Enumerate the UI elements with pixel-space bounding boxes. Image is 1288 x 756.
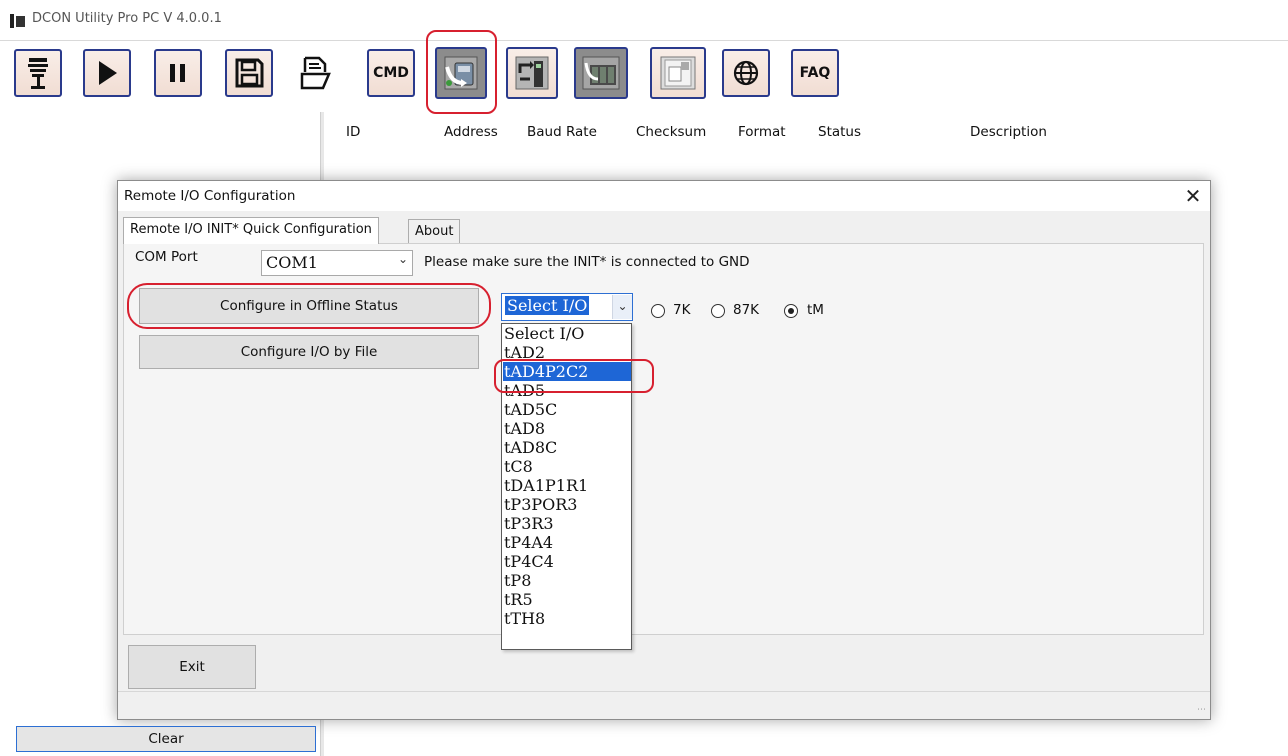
column-header-description[interactable]: Description xyxy=(970,124,1047,140)
save-button[interactable] xyxy=(225,49,273,97)
column-header-baud-rate[interactable]: Baud Rate xyxy=(527,124,597,140)
cmd-button[interactable]: CMD xyxy=(367,49,415,97)
dialog-status-strip: ⋯ xyxy=(118,691,1210,719)
radio-tm[interactable] xyxy=(784,304,798,318)
dropdown-option[interactable]: tP3R3 xyxy=(503,514,631,533)
exit-button[interactable]: Exit xyxy=(128,645,256,689)
firmware-button[interactable] xyxy=(506,47,558,99)
radio-87k-label[interactable]: 87K xyxy=(733,302,759,318)
globe-icon xyxy=(733,60,759,86)
dropdown-option[interactable]: tP8 xyxy=(503,571,631,590)
toolbar-highlight xyxy=(426,30,497,114)
window-tool-button[interactable] xyxy=(650,47,706,99)
dialog-title: Remote I/O Configuration xyxy=(124,188,296,204)
module-icon xyxy=(582,56,620,90)
io-module-select[interactable]: Select I/O ⌄ xyxy=(501,293,633,321)
com-port-note: Please make sure the INIT* is connected … xyxy=(424,254,750,270)
remote-io-config-dialog: Remote I/O Configuration ✕ Remote I/O IN… xyxy=(117,180,1211,720)
offline-button-highlight xyxy=(127,283,491,329)
chevron-down-icon[interactable]: ⌄ xyxy=(612,295,632,319)
column-header-address[interactable]: Address xyxy=(444,124,498,140)
window-icon xyxy=(660,56,696,90)
dropdown-option[interactable]: tAD8C xyxy=(503,438,631,457)
pause-button[interactable] xyxy=(154,49,202,97)
radio-tm-label[interactable]: tM xyxy=(807,302,824,318)
clear-button[interactable]: Clear xyxy=(16,726,316,752)
pause-icon xyxy=(170,64,185,82)
column-header-status[interactable]: Status xyxy=(818,124,861,140)
dropdown-option[interactable]: tP4A4 xyxy=(503,533,631,552)
io-select-value: Select I/O xyxy=(505,296,590,315)
tab-quick-configuration[interactable]: Remote I/O INIT* Quick Configuration xyxy=(123,217,379,244)
dialog-title-bar: Remote I/O Configuration ✕ xyxy=(118,181,1210,211)
com-port-label: COM Port xyxy=(135,249,198,265)
resize-grip-icon[interactable]: ⋯ xyxy=(1197,705,1206,715)
com-port-value: COM1 xyxy=(266,253,318,272)
configure-by-file-button[interactable]: Configure I/O by File xyxy=(139,335,479,369)
dropdown-option[interactable]: tTH8 xyxy=(503,609,631,628)
faq-button-label: FAQ xyxy=(799,65,831,81)
save-icon xyxy=(235,58,264,88)
com-port-select[interactable]: COM1 ⌄ xyxy=(261,250,413,276)
module-search-button[interactable] xyxy=(574,47,628,99)
firmware-icon xyxy=(515,56,549,90)
tab-about[interactable]: About xyxy=(408,219,461,243)
title-bar: DCON Utility Pro PC V 4.0.0.1 xyxy=(0,0,1288,40)
run-button[interactable] xyxy=(83,49,131,97)
column-header-id[interactable]: ID xyxy=(346,124,360,140)
toolbar-divider xyxy=(0,40,1288,41)
dropdown-option[interactable]: tP3POR3 xyxy=(503,495,631,514)
close-icon[interactable]: ✕ xyxy=(1178,183,1208,209)
app-icon xyxy=(10,14,26,28)
dropdown-option[interactable]: tAD8 xyxy=(503,419,631,438)
radio-7k-label[interactable]: 7K xyxy=(673,302,690,318)
dropdown-option[interactable]: tC8 xyxy=(503,457,631,476)
faq-button[interactable]: FAQ xyxy=(791,49,839,97)
radio-7k[interactable] xyxy=(651,304,665,318)
dropdown-option[interactable]: tR5 xyxy=(503,590,631,609)
dropdown-option[interactable]: tDA1P1R1 xyxy=(503,476,631,495)
web-button[interactable] xyxy=(722,49,770,97)
open-file-icon xyxy=(300,56,331,90)
radio-87k[interactable] xyxy=(711,304,725,318)
dropdown-option[interactable]: tP4C4 xyxy=(503,552,631,571)
column-header-checksum[interactable]: Checksum xyxy=(636,124,706,140)
dropdown-option[interactable]: Select I/O xyxy=(503,324,631,343)
play-icon xyxy=(99,61,117,85)
connect-button[interactable] xyxy=(14,49,62,97)
dropdown-item-highlight xyxy=(494,359,654,393)
chevron-down-icon: ⌄ xyxy=(397,252,408,266)
dropdown-option[interactable]: tAD5C xyxy=(503,400,631,419)
connector-icon xyxy=(28,58,48,89)
column-header-format[interactable]: Format xyxy=(738,124,786,140)
cmd-button-label: CMD xyxy=(373,65,409,81)
open-button[interactable] xyxy=(292,49,340,97)
window-title: DCON Utility Pro PC V 4.0.0.1 xyxy=(32,11,222,26)
